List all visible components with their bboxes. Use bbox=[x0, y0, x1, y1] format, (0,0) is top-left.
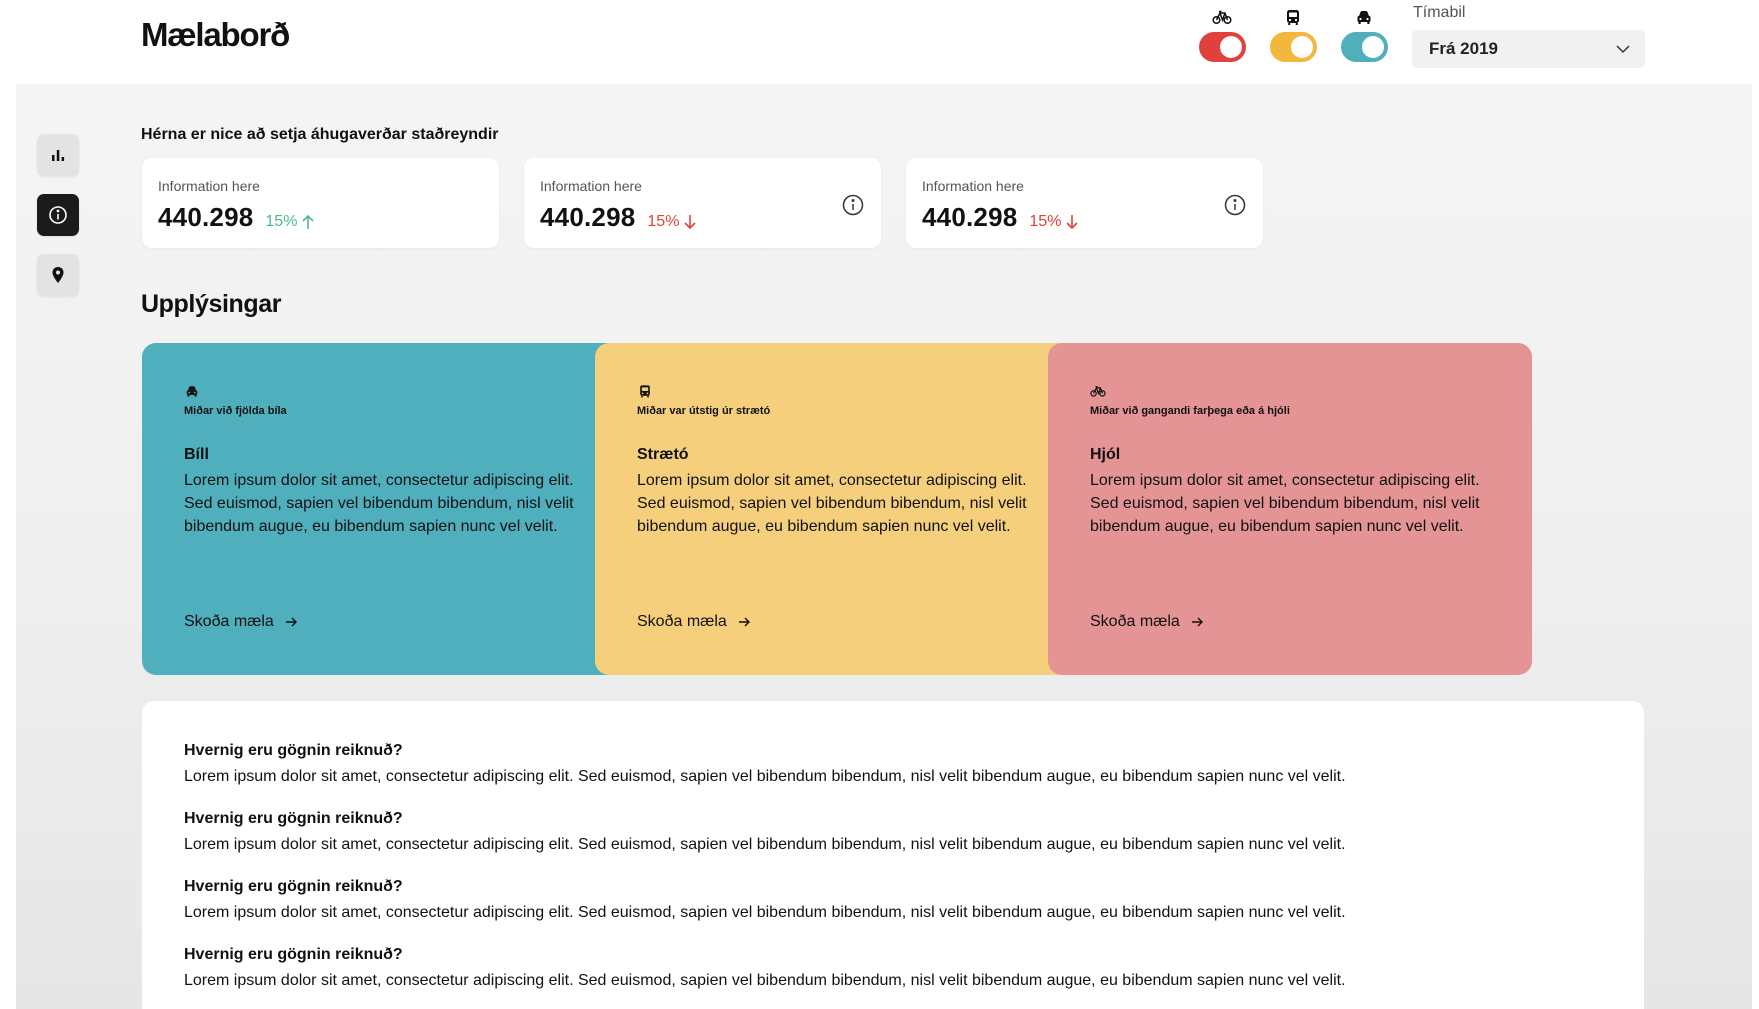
bar-chart-icon bbox=[52, 150, 65, 161]
period-label: Tímabil bbox=[1413, 4, 1466, 21]
card-caption: Miðar við fjölda bíla bbox=[184, 405, 287, 417]
info-card-car: Miðar við fjölda bíla Bíll Lorem ipsum d… bbox=[142, 343, 626, 675]
info-icon[interactable] bbox=[1223, 193, 1247, 217]
card-title: Bíll bbox=[184, 446, 209, 463]
faq-answer: Lorem ipsum dolor sit amet, consectetur … bbox=[184, 836, 1346, 853]
arrow-down-icon bbox=[684, 215, 696, 230]
bicycle-icon bbox=[1212, 10, 1232, 25]
faq-item: Hvernig eru gögnin reiknuð? Lorem ipsum … bbox=[184, 946, 1602, 990]
faq-answer: Lorem ipsum dolor sit amet, consectetur … bbox=[184, 972, 1346, 989]
card-title: Strætó bbox=[637, 446, 689, 463]
card-caption: Miðar við gangandi farþega eða á hjóli bbox=[1090, 405, 1290, 417]
stat-change-value: 15% bbox=[647, 213, 680, 230]
toggle-group-car bbox=[1340, 8, 1388, 62]
stat-row: 440.298 15% bbox=[158, 202, 316, 233]
faq-question: Hvernig eru gögnin reiknuð? bbox=[184, 946, 403, 963]
stat-value: 440.298 bbox=[922, 202, 1018, 232]
period-filter: Tímabil Frá 2019 bbox=[1412, 4, 1645, 68]
info-card-bus: Miðar var útstig úr strætó Strætó Lorem … bbox=[595, 343, 1079, 675]
info-icon bbox=[49, 206, 67, 224]
info-card-bike: Miðar við gangandi farþega eða á hjóli H… bbox=[1048, 343, 1532, 675]
link-label: Skoða mæla bbox=[637, 613, 727, 630]
map-pin-icon bbox=[52, 267, 64, 283]
card-description: Lorem ipsum dolor sit amet, consectetur … bbox=[637, 472, 1027, 535]
stat-value: 440.298 bbox=[540, 202, 636, 232]
bicycle-icon bbox=[1090, 386, 1106, 397]
car-toggle[interactable] bbox=[1340, 32, 1388, 62]
bus-icon bbox=[1287, 10, 1299, 25]
faq-item: Hvernig eru gögnin reiknuð? Lorem ipsum … bbox=[184, 810, 1602, 854]
toggle-knob bbox=[1290, 36, 1313, 58]
faq-answer: Lorem ipsum dolor sit amet, consectetur … bbox=[184, 904, 1346, 921]
faq-item: Hvernig eru gögnin reiknuð? Lorem ipsum … bbox=[184, 878, 1602, 922]
main-content: Hérna er nice að setja áhugaverðar staðr… bbox=[16, 84, 1752, 1009]
view-sensors-link[interactable]: Skoða mæla bbox=[1090, 613, 1204, 631]
period-select[interactable]: Frá 2019 bbox=[1412, 30, 1645, 68]
view-sensors-link[interactable]: Skoða mæla bbox=[184, 613, 298, 631]
stat-change-value: 15% bbox=[1029, 213, 1062, 230]
bike-toggle[interactable] bbox=[1198, 32, 1246, 62]
faq-panel: Hvernig eru gögnin reiknuð? Lorem ipsum … bbox=[142, 701, 1644, 1009]
toggle-group-bus bbox=[1269, 8, 1317, 62]
link-label: Skoða mæla bbox=[184, 613, 274, 630]
info-icon[interactable] bbox=[841, 193, 865, 217]
stat-change: 15% bbox=[1029, 213, 1080, 231]
app-logo: Mælaborð bbox=[141, 16, 290, 53]
toggle-knob bbox=[1361, 36, 1384, 58]
toggle-group-bike bbox=[1198, 8, 1246, 62]
stat-card: Information here 440.298 15% bbox=[524, 158, 881, 248]
facts-title: Hérna er nice að setja áhugaverðar staðr… bbox=[141, 126, 499, 143]
stat-label: Information here bbox=[540, 178, 642, 194]
bus-icon bbox=[640, 385, 650, 398]
faq-question: Hvernig eru gögnin reiknuð? bbox=[184, 742, 403, 759]
stat-card: Information here 440.298 15% bbox=[906, 158, 1263, 248]
card-description: Lorem ipsum dolor sit amet, consectetur … bbox=[1090, 472, 1480, 535]
stat-row: 440.298 15% bbox=[922, 202, 1080, 233]
arrow-right-icon bbox=[738, 617, 750, 627]
stat-change: 15% bbox=[265, 213, 316, 231]
faq-question: Hvernig eru gögnin reiknuð? bbox=[184, 810, 403, 827]
arrow-up-icon bbox=[302, 214, 314, 229]
view-sensors-link[interactable]: Skoða mæla bbox=[637, 613, 751, 631]
toggle-knob bbox=[1219, 36, 1242, 58]
stat-change: 15% bbox=[647, 213, 698, 231]
arrow-down-icon bbox=[1066, 215, 1078, 230]
nav-info-button[interactable] bbox=[37, 194, 79, 236]
card-title: Hjól bbox=[1090, 446, 1121, 463]
stat-card: Information here 440.298 15% bbox=[142, 158, 499, 248]
car-icon bbox=[186, 386, 198, 397]
nav-charts-button[interactable] bbox=[37, 134, 79, 176]
section-title: Upplýsingar bbox=[141, 290, 282, 318]
stat-row: 440.298 15% bbox=[540, 202, 698, 233]
card-caption: Miðar var útstig úr strætó bbox=[637, 405, 771, 417]
stat-label: Information here bbox=[922, 178, 1024, 194]
top-header: Mælaborð Tímabil Frá 2019 bbox=[0, 0, 1759, 84]
card-description: Lorem ipsum dolor sit amet, consectetur … bbox=[184, 472, 574, 535]
period-selected-value: Frá 2019 bbox=[1429, 39, 1498, 58]
chevron-down-icon bbox=[1616, 45, 1630, 54]
nav-map-button[interactable] bbox=[37, 254, 79, 296]
car-icon bbox=[1357, 11, 1371, 24]
arrow-right-icon bbox=[285, 617, 297, 627]
stat-label: Information here bbox=[158, 178, 260, 194]
link-label: Skoða mæla bbox=[1090, 613, 1180, 630]
faq-item: Hvernig eru gögnin reiknuð? Lorem ipsum … bbox=[184, 742, 1602, 786]
stat-value: 440.298 bbox=[158, 202, 254, 232]
bus-toggle[interactable] bbox=[1269, 32, 1317, 62]
stat-change-value: 15% bbox=[265, 213, 298, 230]
arrow-right-icon bbox=[1191, 617, 1203, 627]
faq-answer: Lorem ipsum dolor sit amet, consectetur … bbox=[184, 768, 1346, 785]
faq-question: Hvernig eru gögnin reiknuð? bbox=[184, 878, 403, 895]
